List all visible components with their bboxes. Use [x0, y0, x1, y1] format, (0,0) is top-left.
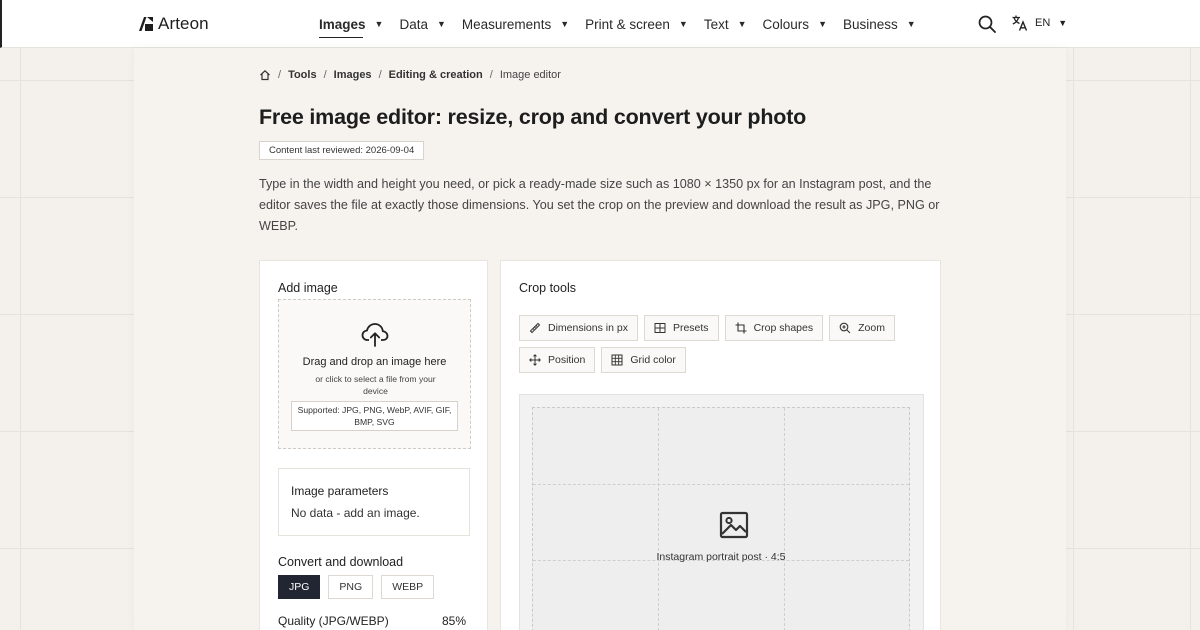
format-webp-button[interactable]: WEBP	[381, 575, 435, 599]
translate-icon	[1012, 15, 1028, 31]
preset-label: Instagram portrait post · 4:5	[656, 551, 786, 563]
presets-button[interactable]: Presets	[643, 315, 719, 341]
nav-item-data[interactable]: Data ▼	[399, 17, 445, 32]
caret-down-icon: ▼	[374, 19, 384, 29]
move-icon	[529, 354, 541, 366]
nav-item-colours[interactable]: Colours ▼	[763, 17, 827, 32]
grid-icon	[654, 323, 666, 333]
reviewed-badge: Content last reviewed: 2026-09-04	[259, 141, 425, 160]
image-parameters-value: No data - add an image.	[291, 506, 420, 520]
language-selector[interactable]: EN ▼	[1011, 14, 1067, 32]
dimensions-button[interactable]: Dimensions in px	[519, 315, 638, 341]
quality-value: 85%	[442, 614, 467, 628]
add-image-title: Add image	[278, 281, 338, 295]
breadcrumb-separator: /	[278, 69, 282, 81]
caret-down-icon: ▼	[1058, 18, 1068, 28]
grid-line	[784, 408, 785, 630]
nav-item-business[interactable]: Business ▼	[843, 17, 916, 32]
zoom-icon	[839, 322, 851, 334]
grid-line	[533, 484, 909, 485]
quality-label: Quality (JPG/WEBP)	[278, 614, 389, 628]
nav-item-label: Data	[399, 16, 428, 32]
breadcrumb: / Tools / Images / Editing & creation / …	[259, 69, 561, 81]
nav-item-images[interactable]: Images ▼	[319, 16, 384, 38]
search-icon[interactable]	[977, 14, 997, 34]
caret-down-icon: ▼	[436, 19, 446, 29]
breadcrumb-separator: /	[489, 69, 493, 81]
image-parameters-box: Image parameters No data - add an image.	[278, 468, 470, 536]
language-code: EN	[1035, 17, 1051, 29]
nav-item-label: Images	[319, 16, 366, 32]
breadcrumb-link-editing[interactable]: Editing & creation	[389, 69, 483, 81]
breadcrumb-current: Image editor	[499, 69, 561, 81]
tool-label: Presets	[672, 322, 709, 334]
main-nav: Images ▼ Data ▼ Measurements ▼ Print & s…	[319, 0, 932, 48]
format-jpg-button[interactable]: JPG	[278, 575, 321, 599]
nav-item-label: Colours	[762, 16, 810, 32]
breadcrumb-link-tools[interactable]: Tools	[288, 69, 317, 81]
tool-label: Dimensions in px	[548, 322, 628, 334]
cloud-upload-icon	[361, 323, 389, 347]
crop-preview-area[interactable]: Instagram portrait post · 4:5	[519, 394, 924, 630]
reviewed-label: Content last reviewed:	[269, 145, 363, 156]
format-png-button[interactable]: PNG	[328, 575, 374, 599]
caret-down-icon: ▼	[818, 19, 827, 29]
nav-item-label: Text	[703, 16, 729, 32]
grid-color-icon	[611, 354, 623, 366]
dropzone-sub-text: or click to select a file from your devi…	[315, 374, 436, 396]
tool-label: Crop shapes	[753, 322, 814, 334]
nav-item-label: Measurements	[461, 16, 552, 32]
crop-shapes-button[interactable]: Crop shapes	[724, 315, 824, 341]
tool-label: Zoom	[858, 322, 885, 334]
ruler-icon	[529, 322, 541, 334]
intro-paragraph: Type in the width and height you need, o…	[259, 177, 940, 233]
brand-logo[interactable]: Arteon	[138, 14, 209, 34]
content-card: / Tools / Images / Editing & creation / …	[134, 48, 1066, 630]
crop-grid-overlay[interactable]: Instagram portrait post · 4:5	[532, 407, 910, 630]
nav-item-measurements[interactable]: Measurements ▼	[462, 17, 569, 32]
logo-icon	[139, 17, 153, 31]
image-parameters-title: Image parameters	[291, 484, 389, 498]
dropzone-main-text: Drag and drop an image here	[302, 356, 447, 368]
tool-label: Position	[548, 354, 586, 366]
upload-panel: Add image Drag and drop an image here or…	[259, 260, 488, 630]
home-icon[interactable]	[259, 69, 271, 81]
reviewed-date: 2026-09-04	[365, 145, 415, 156]
caret-down-icon: ▼	[737, 19, 747, 29]
breadcrumb-separator: /	[323, 69, 327, 81]
nav-item-text[interactable]: Text ▼	[704, 17, 747, 32]
nav-item-label: Print & screen	[585, 16, 670, 32]
page-title: Free image editor: resize, crop and conv…	[259, 105, 807, 129]
nav-item-label: Business	[842, 16, 898, 32]
image-placeholder-icon	[719, 511, 749, 539]
breadcrumb-link-images[interactable]: Images	[334, 69, 372, 81]
convert-title: Convert and download	[278, 555, 404, 569]
caret-down-icon: ▼	[678, 19, 688, 29]
caret-down-icon: ▼	[560, 19, 570, 29]
grid-color-button[interactable]: Grid color	[601, 347, 686, 373]
brand-name: Arteon	[158, 14, 209, 33]
nav-item-print-screen[interactable]: Print & screen ▼	[585, 17, 688, 32]
image-dropzone[interactable]: Drag and drop an image here or click to …	[278, 299, 471, 449]
supported-formats-note: Supported: JPG, PNG, WebP, AVIF, GIF, BM…	[291, 401, 458, 431]
top-navigation-bar: Arteon Images ▼ Data ▼ Measurements ▼ Pr…	[0, 0, 1200, 48]
crop-toolbar: Dimensions in px Presets Crop shapes Zoo…	[519, 315, 919, 373]
format-selector: JPG PNG WEBP	[278, 575, 435, 599]
caret-down-icon: ▼	[906, 19, 916, 29]
crop-tools-title: Crop tools	[519, 281, 576, 295]
position-button[interactable]: Position	[519, 347, 596, 373]
tool-label: Grid color	[630, 354, 676, 366]
grid-line	[658, 408, 659, 630]
zoom-button[interactable]: Zoom	[829, 315, 895, 341]
crop-icon	[735, 322, 747, 334]
breadcrumb-separator: /	[378, 69, 382, 81]
crop-panel: Crop tools Dimensions in px Presets Crop…	[500, 260, 941, 630]
